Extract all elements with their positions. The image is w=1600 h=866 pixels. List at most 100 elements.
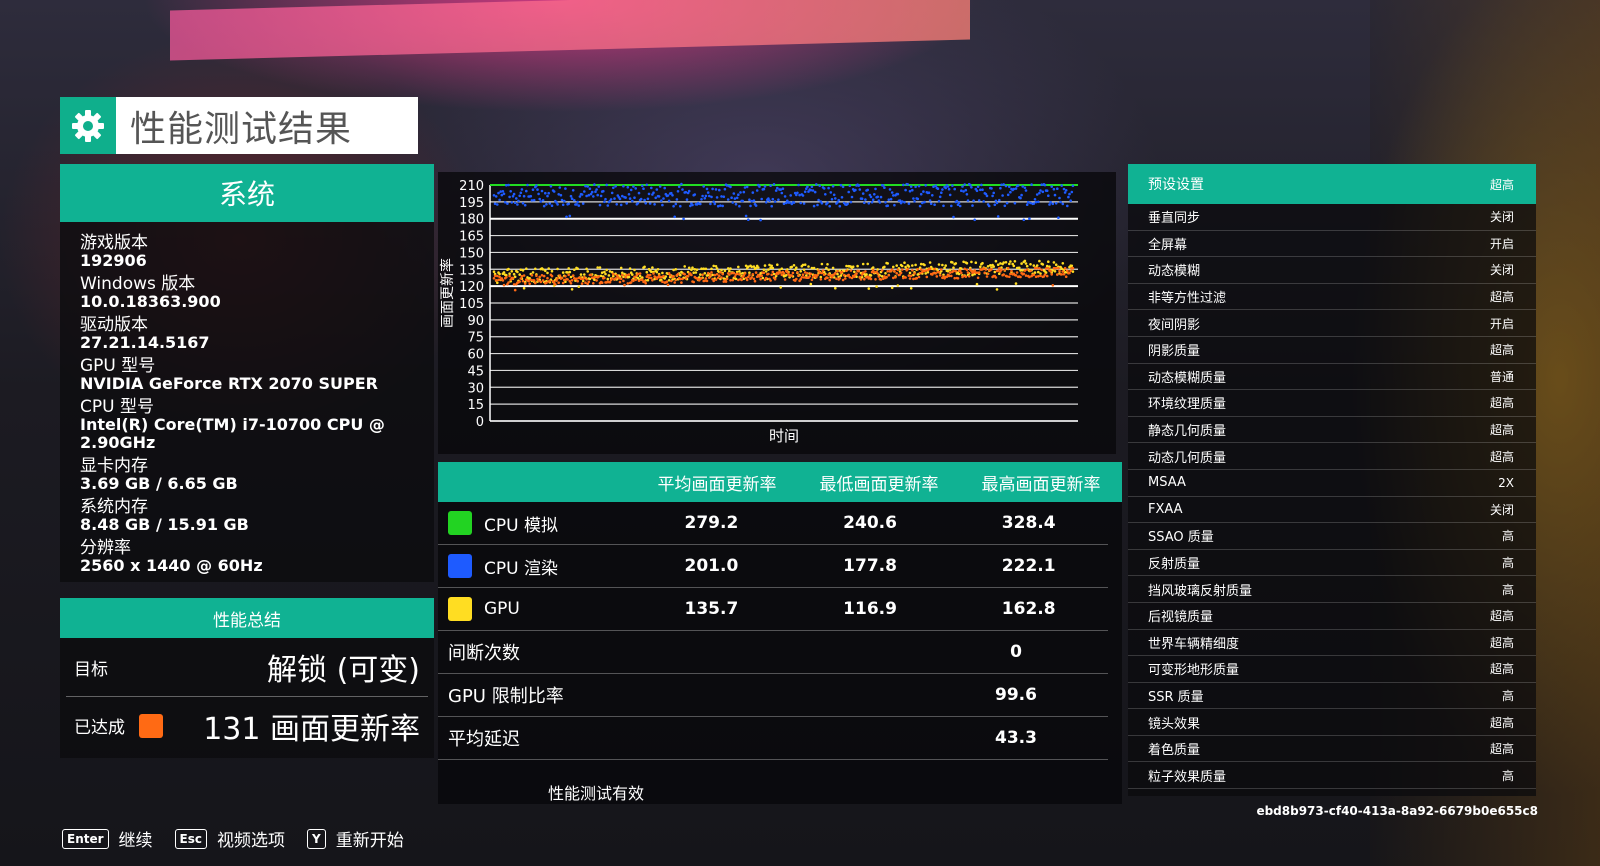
data-point <box>546 271 549 275</box>
data-point <box>845 269 848 272</box>
data-point <box>922 190 925 193</box>
data-point <box>733 197 737 200</box>
data-point <box>679 273 682 277</box>
data-point <box>982 267 985 270</box>
data-point <box>952 269 955 272</box>
data-point <box>657 195 661 198</box>
continue-button[interactable]: Enter 继续 <box>62 826 153 851</box>
data-point <box>789 194 792 197</box>
data-point <box>1025 268 1029 271</box>
data-point <box>1038 267 1041 270</box>
data-point <box>725 277 729 280</box>
data-point <box>516 270 519 274</box>
data-point <box>644 202 647 205</box>
data-point <box>570 197 574 200</box>
data-point <box>974 261 978 264</box>
data-point <box>760 197 763 201</box>
data-point <box>702 185 705 188</box>
data-point <box>834 271 837 275</box>
data-point <box>948 268 952 272</box>
data-point <box>561 271 565 274</box>
data-point <box>653 203 656 206</box>
data-point <box>613 197 616 200</box>
data-point <box>839 183 843 187</box>
data-point <box>633 275 636 279</box>
data-point <box>1064 189 1068 192</box>
data-point <box>1001 194 1004 197</box>
data-point <box>1037 275 1040 278</box>
data-point <box>546 194 549 198</box>
data-point <box>933 267 936 271</box>
data-point <box>586 270 589 273</box>
data-point <box>752 199 756 202</box>
page-title-box: 性能测试结果 <box>60 97 418 154</box>
y-tick-label: 105 <box>459 297 484 312</box>
data-point <box>976 185 980 188</box>
data-point <box>1053 270 1057 273</box>
data-point <box>1061 262 1065 265</box>
setting-value: 超高 <box>1489 715 1514 730</box>
data-point <box>704 277 708 280</box>
cpu-render-swatch <box>448 554 472 578</box>
data-point <box>565 215 568 219</box>
data-point <box>827 268 830 272</box>
performance-summary-panel: 性能总结 目标 解锁 (可变) 已达成 131 画面更新率 <box>60 598 434 758</box>
setting-row: 挡风玻璃反射质量 高 <box>1128 576 1536 603</box>
data-point <box>1058 196 1061 200</box>
data-point <box>583 273 586 276</box>
system-item-label: 分辨率 <box>80 538 131 558</box>
y-tick-label: 195 <box>459 196 484 211</box>
data-point <box>858 188 862 191</box>
data-point <box>655 188 659 191</box>
system-item-label: Windows 版本 <box>80 274 196 294</box>
data-point <box>558 186 562 189</box>
data-point <box>1069 269 1072 273</box>
data-point <box>627 275 631 279</box>
data-point <box>998 272 1001 275</box>
restart-button[interactable]: Y 重新开始 <box>307 826 404 851</box>
data-point <box>684 190 688 194</box>
data-point <box>1005 275 1009 278</box>
data-point <box>631 273 634 276</box>
data-point <box>895 264 898 267</box>
data-point <box>762 268 766 271</box>
data-point <box>762 271 766 275</box>
data-point <box>537 279 540 283</box>
data-point <box>892 265 895 269</box>
data-point <box>975 271 979 275</box>
data-point <box>859 278 863 281</box>
stats-row-cpu-sim: CPU 模拟 279.2 240.6 328.4 <box>438 502 1108 545</box>
data-point <box>1014 274 1018 277</box>
data-point <box>719 204 722 207</box>
data-point <box>917 275 921 279</box>
data-point <box>737 265 740 269</box>
data-point <box>661 203 664 207</box>
data-point <box>750 199 753 203</box>
summary-target-value: 解锁 (可变) <box>267 653 420 688</box>
data-point <box>685 198 689 201</box>
data-point <box>700 198 703 201</box>
data-point <box>734 277 738 281</box>
y-tick-label: 120 <box>459 280 484 295</box>
data-point <box>511 276 515 280</box>
data-point <box>958 269 962 272</box>
data-point <box>1043 183 1047 187</box>
data-point <box>992 191 995 195</box>
data-point <box>693 268 697 271</box>
data-point <box>990 267 993 271</box>
setting-label: SSAO 质量 <box>1148 530 1214 546</box>
data-point <box>981 188 984 191</box>
data-point <box>1022 218 1026 222</box>
data-point <box>748 198 751 201</box>
data-point <box>943 266 946 270</box>
data-point <box>851 265 855 268</box>
data-point <box>673 281 676 284</box>
data-point <box>1008 185 1011 188</box>
data-point <box>759 277 762 281</box>
setting-value: 超高 <box>1489 396 1514 411</box>
data-point <box>1051 284 1055 287</box>
video-options-button[interactable]: Esc 视频选项 <box>174 826 285 851</box>
data-point <box>985 275 989 278</box>
data-point <box>523 282 527 285</box>
data-point <box>810 278 814 282</box>
